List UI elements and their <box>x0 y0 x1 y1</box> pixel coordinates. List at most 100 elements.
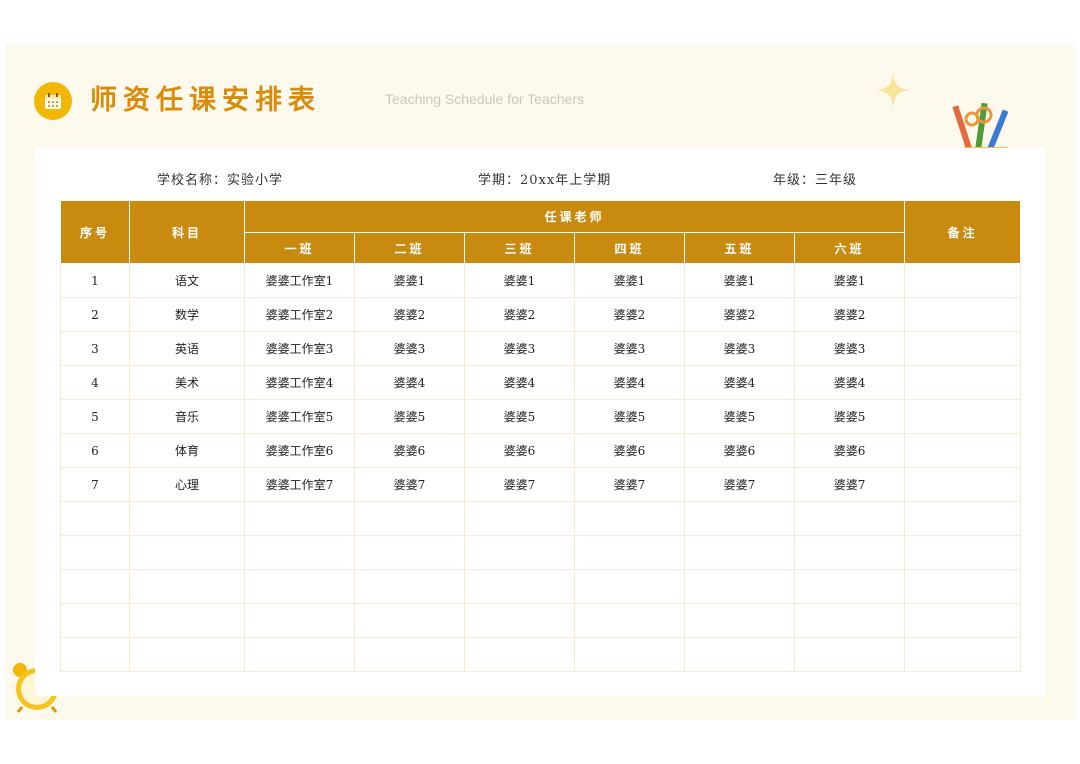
cell-class-6 <box>793 535 906 570</box>
header-class: 二班 <box>354 232 465 264</box>
cell-subject <box>129 535 245 570</box>
cell-class-1: 婆婆工作室2 <box>244 297 355 332</box>
cell-class-2: 婆婆3 <box>354 331 465 366</box>
cell-class-2: 婆婆6 <box>354 433 465 468</box>
cell-remarks <box>904 297 1022 332</box>
cell-index <box>60 637 130 672</box>
cell-remarks <box>904 263 1022 298</box>
cell-class-5: 婆婆5 <box>684 399 795 434</box>
cell-class-1: 婆婆工作室4 <box>244 365 355 400</box>
cell-class-5 <box>684 569 795 604</box>
table-row <box>60 637 1022 672</box>
cell-class-5 <box>684 535 795 570</box>
cell-class-4: 婆婆3 <box>574 331 685 366</box>
cell-class-1 <box>244 535 355 570</box>
table-row <box>60 603 1022 638</box>
cell-class-5: 婆婆6 <box>684 433 795 468</box>
table-row: 6 体育 婆婆工作室6 婆婆6 婆婆6 婆婆6 婆婆6 婆婆6 <box>60 433 1022 468</box>
sparkle-icon <box>876 70 910 110</box>
cell-class-1 <box>244 569 355 604</box>
cell-class-1 <box>244 637 355 672</box>
header-class: 六班 <box>793 232 906 264</box>
header-index: 序号 <box>60 200 130 264</box>
cell-class-3 <box>464 569 575 604</box>
cell-class-4: 婆婆2 <box>574 297 685 332</box>
cell-index: 3 <box>60 331 130 366</box>
table-row: 5 音乐 婆婆工作室5 婆婆5 婆婆5 婆婆5 婆婆5 婆婆5 <box>60 399 1022 434</box>
cell-class-5: 婆婆4 <box>684 365 795 400</box>
header-remarks: 备注 <box>904 200 1022 264</box>
cell-class-1: 婆婆工作室1 <box>244 263 355 298</box>
cell-class-1 <box>244 603 355 638</box>
cell-class-5: 婆婆1 <box>684 263 795 298</box>
cell-class-2 <box>354 637 465 672</box>
cell-remarks <box>904 467 1022 502</box>
cell-index <box>60 569 130 604</box>
cell-class-6 <box>793 603 906 638</box>
school-name: 学校名称：实验小学 <box>157 173 284 188</box>
table-row <box>60 535 1022 570</box>
cell-class-6 <box>793 501 906 536</box>
cell-class-4: 婆婆5 <box>574 399 685 434</box>
table-row: 7 心理 婆婆工作室7 婆婆7 婆婆7 婆婆7 婆婆7 婆婆7 <box>60 467 1022 502</box>
cell-class-4 <box>574 569 685 604</box>
cell-index <box>60 535 130 570</box>
cell-class-2 <box>354 535 465 570</box>
cell-class-1 <box>244 501 355 536</box>
cell-class-1: 婆婆工作室7 <box>244 467 355 502</box>
cell-class-3 <box>464 637 575 672</box>
header-class: 一班 <box>244 232 355 264</box>
cell-class-5: 婆婆2 <box>684 297 795 332</box>
cell-class-6: 婆婆1 <box>793 263 906 298</box>
cell-class-6: 婆婆7 <box>793 467 906 502</box>
page-subtitle: Teaching Schedule for Teachers <box>385 91 584 107</box>
cell-subject: 英语 <box>129 331 245 366</box>
cell-class-4: 婆婆6 <box>574 433 685 468</box>
cell-class-2: 婆婆4 <box>354 365 465 400</box>
cell-class-5: 婆婆7 <box>684 467 795 502</box>
cell-class-6: 婆婆4 <box>793 365 906 400</box>
cell-subject <box>129 603 245 638</box>
cell-class-4: 婆婆1 <box>574 263 685 298</box>
cell-class-6: 婆婆3 <box>793 331 906 366</box>
cell-subject: 心理 <box>129 467 245 502</box>
cell-subject: 数学 <box>129 297 245 332</box>
cell-class-2: 婆婆7 <box>354 467 465 502</box>
cell-remarks <box>904 433 1022 468</box>
cell-class-3 <box>464 603 575 638</box>
cell-class-5 <box>684 603 795 638</box>
cell-class-1: 婆婆工作室3 <box>244 331 355 366</box>
cell-remarks <box>904 399 1022 434</box>
table-row: 1 语文 婆婆工作室1 婆婆1 婆婆1 婆婆1 婆婆1 婆婆1 <box>60 263 1022 298</box>
cell-class-5 <box>684 501 795 536</box>
cell-index: 2 <box>60 297 130 332</box>
cell-subject <box>129 501 245 536</box>
cell-class-1: 婆婆工作室5 <box>244 399 355 434</box>
cell-class-3: 婆婆3 <box>464 331 575 366</box>
header-teachers: 任课老师 <box>243 200 906 233</box>
cell-class-3: 婆婆1 <box>464 263 575 298</box>
cell-class-1: 婆婆工作室6 <box>244 433 355 468</box>
cell-class-3: 婆婆2 <box>464 297 575 332</box>
cell-remarks <box>904 535 1022 570</box>
term-label: 学期：20xx年上学期 <box>478 173 612 188</box>
cell-class-3 <box>464 501 575 536</box>
cell-class-4 <box>574 501 685 536</box>
cell-class-2 <box>354 603 465 638</box>
cell-class-5 <box>684 637 795 672</box>
cell-subject: 音乐 <box>129 399 245 434</box>
table-row: 4 美术 婆婆工作室4 婆婆4 婆婆4 婆婆4 婆婆4 婆婆4 <box>60 365 1022 400</box>
header-subject: 科目 <box>129 200 245 264</box>
table-row <box>60 569 1022 604</box>
cell-subject: 体育 <box>129 433 245 468</box>
cell-remarks <box>904 331 1022 366</box>
cell-class-3: 婆婆4 <box>464 365 575 400</box>
cell-class-3: 婆婆5 <box>464 399 575 434</box>
cell-remarks <box>904 501 1022 536</box>
cell-index: 1 <box>60 263 130 298</box>
cell-class-3: 婆婆7 <box>464 467 575 502</box>
cell-index: 4 <box>60 365 130 400</box>
cell-subject <box>129 569 245 604</box>
cell-index: 5 <box>60 399 130 434</box>
cell-index <box>60 603 130 638</box>
